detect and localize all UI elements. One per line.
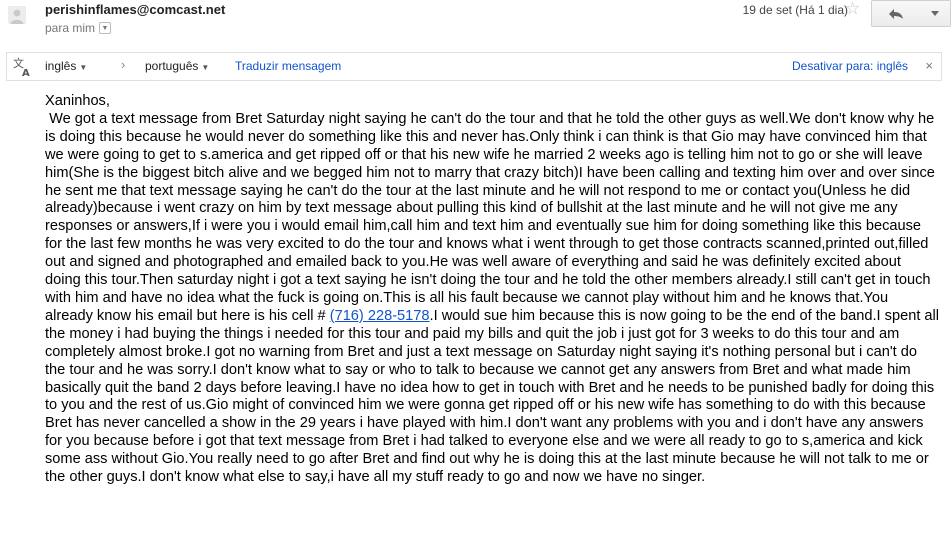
caret-down-icon: ▼ xyxy=(201,63,210,72)
reply-icon xyxy=(888,8,903,19)
chevron-right-icon: › xyxy=(121,57,126,72)
message-date: 19 de set (Há 1 dia) xyxy=(742,3,848,17)
message-greeting: Xaninhos, xyxy=(45,93,110,109)
recipient-details-toggle[interactable]: ▼ xyxy=(99,22,112,34)
person-icon xyxy=(8,6,26,24)
target-language-label: português xyxy=(145,59,199,73)
target-language-select[interactable]: português ▼ xyxy=(145,59,209,73)
dropdown-icon xyxy=(930,10,939,16)
source-language-label: inglês xyxy=(45,59,77,73)
phone-number-link[interactable]: (716) 228-5178 xyxy=(330,308,430,324)
reply-button[interactable] xyxy=(871,0,920,27)
more-actions-button[interactable] xyxy=(919,0,951,27)
close-icon[interactable]: × xyxy=(925,58,933,73)
translate-bar: 文 A inglês ▼ › português ▼ Traduzir mensag… xyxy=(6,52,942,81)
star-icon[interactable]: ☆ xyxy=(845,0,860,19)
message-text-part-1: We got a text message from Bret Saturday… xyxy=(45,110,939,324)
caret-down-icon: ▼ xyxy=(101,24,109,32)
svg-text:A: A xyxy=(22,68,30,78)
caret-down-icon: ▼ xyxy=(79,63,88,72)
disable-translation-link[interactable]: Desativar para: inglês xyxy=(792,59,908,73)
message-text-part-2: .I would sue him because this is now goi… xyxy=(45,307,944,486)
message-body: Xaninhos, We got a text message from Bre… xyxy=(45,93,940,487)
translate-message-link[interactable]: Traduzir mensagem xyxy=(235,59,341,73)
translate-icon: 文 A xyxy=(13,56,30,78)
recipient-label: para mim xyxy=(45,21,96,35)
recipient-line[interactable]: para mim ▼ xyxy=(45,21,112,35)
source-language-select[interactable]: inglês ▼ xyxy=(45,59,87,73)
avatar xyxy=(8,6,26,24)
sender-address[interactable]: perishinflames@comcast.net xyxy=(45,2,225,17)
